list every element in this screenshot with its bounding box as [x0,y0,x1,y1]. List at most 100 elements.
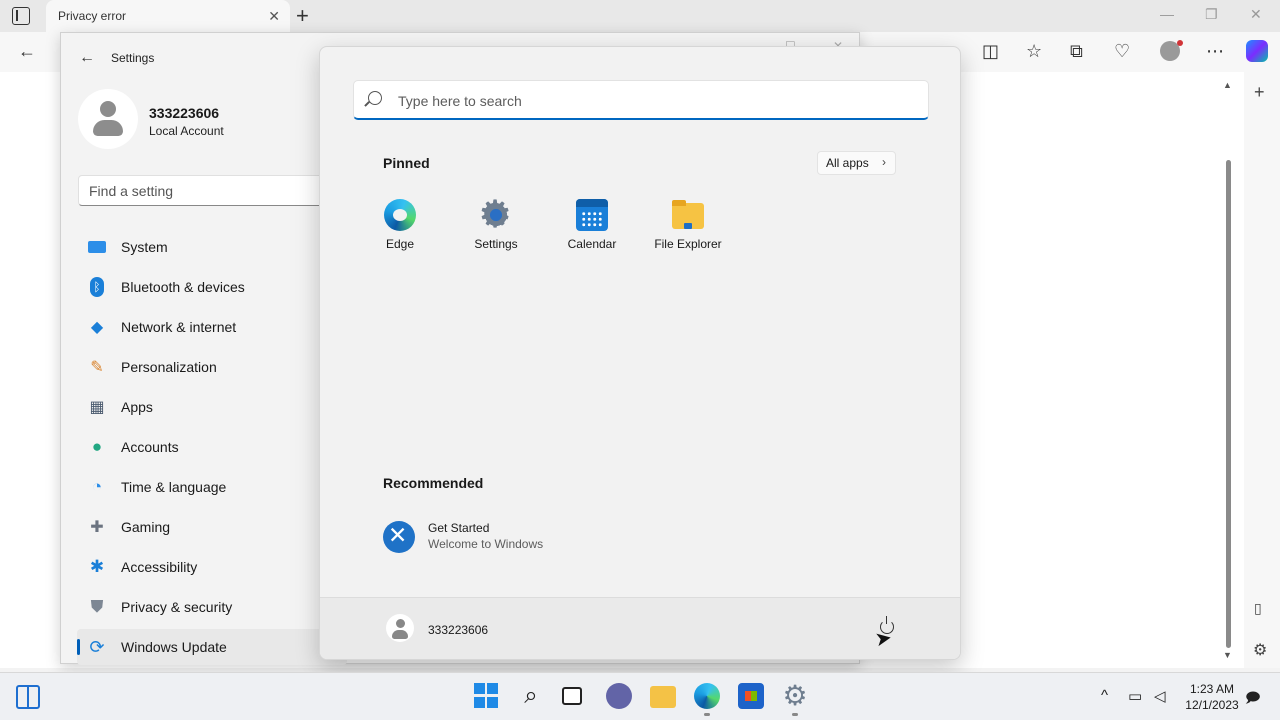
nav-item-privacy-security[interactable]: ⛊ Privacy & security [77,589,347,625]
user-name: 333223606 [149,105,220,121]
start-menu-footer: 333223606 ➤ [320,597,960,659]
sidebar-settings-icon[interactable]: ⚙ [1253,640,1267,660]
pinned-app-edge[interactable]: Edge [352,197,448,261]
search-placeholder: Type here to search [398,93,522,109]
scroll-down-icon[interactable]: ▼ [1223,650,1232,660]
nav-label: Accessibility [121,559,198,575]
pinned-app-file-explorer[interactable]: File Explorer [640,197,736,261]
notification-icon[interactable]: 🗩 [1245,687,1261,711]
recommended-subtitle: Welcome to Windows [428,537,544,551]
clock-time: 1:23 AM [1189,682,1235,696]
footer-user-avatar[interactable] [386,614,414,642]
nav-label: Bluetooth & devices [121,279,245,295]
pinned-heading: Pinned [383,155,430,171]
taskbar: ⌕ ⚙ ^ ▭ ◁ 1:23 AM 12/1/2023 🗩 [0,672,1280,720]
tab-actions-icon[interactable] [12,7,30,25]
accessibility-icon: ✱ [89,557,105,576]
scroll-up-icon[interactable]: ▲ [1223,80,1232,90]
nav-item-time-language[interactable]: ◔ Time & language [77,469,347,505]
wifi-icon: ◆ [90,319,104,336]
settings-running-indicator [792,713,798,716]
start-search-input[interactable]: Type here to search [353,80,929,120]
edge-running-indicator [704,713,710,716]
start-button-windows-icon[interactable] [474,683,500,709]
browser-essentials-icon[interactable]: ♡ [1114,40,1130,62]
nav-label: Apps [121,399,153,415]
nav-label: Privacy & security [121,599,233,615]
nav-label: Time & language [121,479,227,495]
sidebar-add-icon[interactable]: + [1254,82,1265,103]
page-scrollbar[interactable]: ▲ ▼ [1222,80,1234,660]
nav-label: Network & internet [121,319,237,335]
tray-chevron-up-icon[interactable]: ^ [1101,687,1108,704]
settings-gear-icon [478,192,512,236]
user-avatar [78,89,138,149]
nav-item-bluetooth[interactable]: ᛒ Bluetooth & devices [77,269,347,305]
edge-sidebar: + ▯ ⚙ [1244,72,1280,668]
tab-close-icon[interactable]: ✕ [268,8,280,25]
nav-label: Personalization [121,359,217,375]
minimize-icon[interactable]: — [1160,6,1174,22]
taskbar-clock[interactable]: 1:23 AM 12/1/2023 [1184,681,1240,713]
pinned-app-settings[interactable]: Settings [448,192,544,261]
browser-tab[interactable]: Privacy error ✕ [46,0,290,32]
nav-item-system[interactable]: System [77,229,347,265]
volume-muted-tray-icon[interactable]: ◁ [1154,687,1166,705]
nav-item-accounts[interactable]: ● Accounts [77,429,347,465]
scroll-thumb[interactable] [1226,160,1231,648]
edge-taskbar-icon[interactable] [694,683,720,709]
microsoft-store-icon[interactable] [738,683,764,709]
update-icon: ⟳ [89,636,105,657]
file-explorer-taskbar-icon[interactable] [650,686,676,708]
recommended-item-get-started[interactable]: Get Started Welcome to Windows [383,517,603,557]
nav-item-gaming[interactable]: ✚ Gaming [77,509,347,545]
browser-tabstrip: Privacy error ✕ + — ❐ ✕ [0,0,1280,32]
pinned-app-calendar[interactable]: Calendar [544,197,640,261]
profile-notification-dot [1177,40,1183,46]
pinned-app-label: Settings [474,237,518,251]
restore-icon[interactable]: ❐ [1205,6,1218,23]
settings-taskbar-icon[interactable]: ⚙ [782,682,808,710]
close-window-icon[interactable]: ✕ [1250,6,1262,23]
gamepad-icon: ✚ [90,519,104,536]
calendar-icon [576,199,608,231]
footer-user-name[interactable]: 333223606 [428,623,488,637]
teams-chat-icon[interactable] [606,683,632,709]
more-options-icon[interactable]: ⋯ [1206,40,1224,62]
copilot-icon[interactable] [1246,40,1268,62]
sidebar-panel-icon[interactable]: ▯ [1254,600,1262,617]
collections-icon[interactable]: ⧉ [1070,40,1083,62]
brush-icon: ✎ [90,359,104,376]
all-apps-button[interactable]: All apps › [817,151,896,175]
apps-icon: ▦ [89,399,105,416]
recommended-title: Get Started [428,521,490,535]
browser-back-icon[interactable]: ← [18,40,36,62]
split-screen-icon[interactable]: ◫ [982,40,999,62]
search-icon [368,91,382,105]
pinned-app-label: File Explorer [654,237,722,251]
nav-item-network[interactable]: ◆ Network & internet [77,309,347,345]
find-setting-input[interactable]: Find a setting [78,175,338,206]
network-tray-icon[interactable]: ▭ [1128,687,1142,705]
all-apps-label: All apps [826,156,869,170]
widgets-icon[interactable] [16,685,40,709]
pinned-app-label: Edge [385,237,415,251]
nav-item-accessibility[interactable]: ✱ Accessibility [77,549,347,585]
chevron-right-icon: › [882,155,886,169]
nav-item-personalization[interactable]: ✎ Personalization [77,349,347,385]
task-view-icon[interactable] [562,687,582,705]
nav-item-apps[interactable]: ▦ Apps [77,389,347,425]
nav-label: Windows Update [121,639,227,655]
nav-label: Accounts [121,439,179,455]
new-tab-button[interactable]: + [296,4,309,28]
settings-title: Settings [111,51,155,65]
browser-tab-title: Privacy error [58,9,127,23]
favorites-icon[interactable]: ☆ [1026,40,1042,62]
taskbar-search-icon[interactable]: ⌕ [518,683,544,709]
folder-icon [672,200,704,229]
edge-icon [384,199,416,231]
settings-back-icon[interactable]: ← [79,49,95,67]
clock-date: 12/1/2023 [1185,698,1239,712]
nav-item-windows-update[interactable]: ⟳ Windows Update [77,629,347,665]
system-icon [87,237,107,257]
